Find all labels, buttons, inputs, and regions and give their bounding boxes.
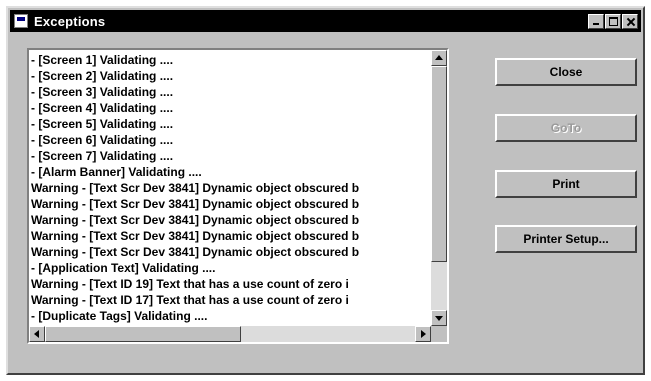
list-item[interactable]: - [Screen 5] Validating ....	[29, 116, 431, 132]
list-item[interactable]: - [Screen 3] Validating ....	[29, 84, 431, 100]
list-item[interactable]: - [Screen 2] Validating ....	[29, 68, 431, 84]
vertical-scroll-thumb[interactable]	[431, 66, 447, 262]
list-item[interactable]: Warning - [Text Scr Dev 3841] Dynamic ob…	[29, 180, 431, 196]
close-window-icon[interactable]	[622, 13, 638, 29]
list-item[interactable]: - [Alarm Banner] Validating ....	[29, 164, 431, 180]
print-button[interactable]: Print	[495, 170, 637, 198]
horizontal-scroll-thumb[interactable]	[45, 326, 241, 342]
printer-setup-button[interactable]: Printer Setup...	[495, 225, 637, 253]
arrow-up-icon	[435, 55, 443, 60]
window-controls	[588, 13, 638, 29]
scrollbar-corner	[431, 326, 447, 342]
list-item[interactable]: - [Application Text] Validating ....	[29, 260, 431, 276]
horizontal-scrollbar[interactable]	[29, 326, 431, 342]
list-item[interactable]: Warning - [Text ID 17] Text that has a u…	[29, 292, 431, 308]
scroll-down-button[interactable]	[431, 310, 447, 326]
list-item[interactable]: - [Screen 1] Validating ....	[29, 52, 431, 68]
window-icon[interactable]	[14, 14, 28, 28]
list-item[interactable]: Warning - [Text Scr Dev 3841] Dynamic ob…	[29, 244, 431, 260]
arrow-down-icon	[435, 316, 443, 321]
arrow-right-icon	[421, 330, 426, 338]
minimize-icon[interactable]	[588, 13, 604, 29]
list-item[interactable]: Warning - [Text Scr Dev 3841] Dynamic ob…	[29, 212, 431, 228]
list-item[interactable]: - [Duplicate Tags] Validating ....	[29, 308, 431, 324]
exceptions-list[interactable]: - [Screen 1] Validating .... - [Screen 2]…	[29, 50, 431, 326]
list-item[interactable]: - [Screen 4] Validating ....	[29, 100, 431, 116]
list-item[interactable]: Warning - [Text Scr Dev 3841] Dynamic ob…	[29, 196, 431, 212]
list-item[interactable]: Warning - [Text ID 19] Text that has a u…	[29, 276, 431, 292]
list-item[interactable]: - [Screen 6] Validating ....	[29, 132, 431, 148]
maximize-icon[interactable]	[605, 13, 621, 29]
exceptions-list-box[interactable]: - [Screen 1] Validating .... - [Screen 2]…	[27, 48, 449, 344]
list-item[interactable]: Warning - [Text Scr Dev 3841] Dynamic ob…	[29, 228, 431, 244]
list-item[interactable]: - [Screen 7] Validating ....	[29, 148, 431, 164]
close-button[interactable]: Close	[495, 58, 637, 86]
arrow-left-icon	[34, 330, 39, 338]
window-title: Exceptions	[34, 13, 106, 29]
vertical-scrollbar[interactable]	[431, 50, 447, 326]
scroll-up-button[interactable]	[431, 50, 447, 66]
scroll-left-button[interactable]	[29, 326, 45, 342]
goto-button[interactable]: GoTo	[495, 114, 637, 142]
scroll-right-button[interactable]	[415, 326, 431, 342]
title-bar[interactable]: Exceptions	[10, 10, 641, 32]
